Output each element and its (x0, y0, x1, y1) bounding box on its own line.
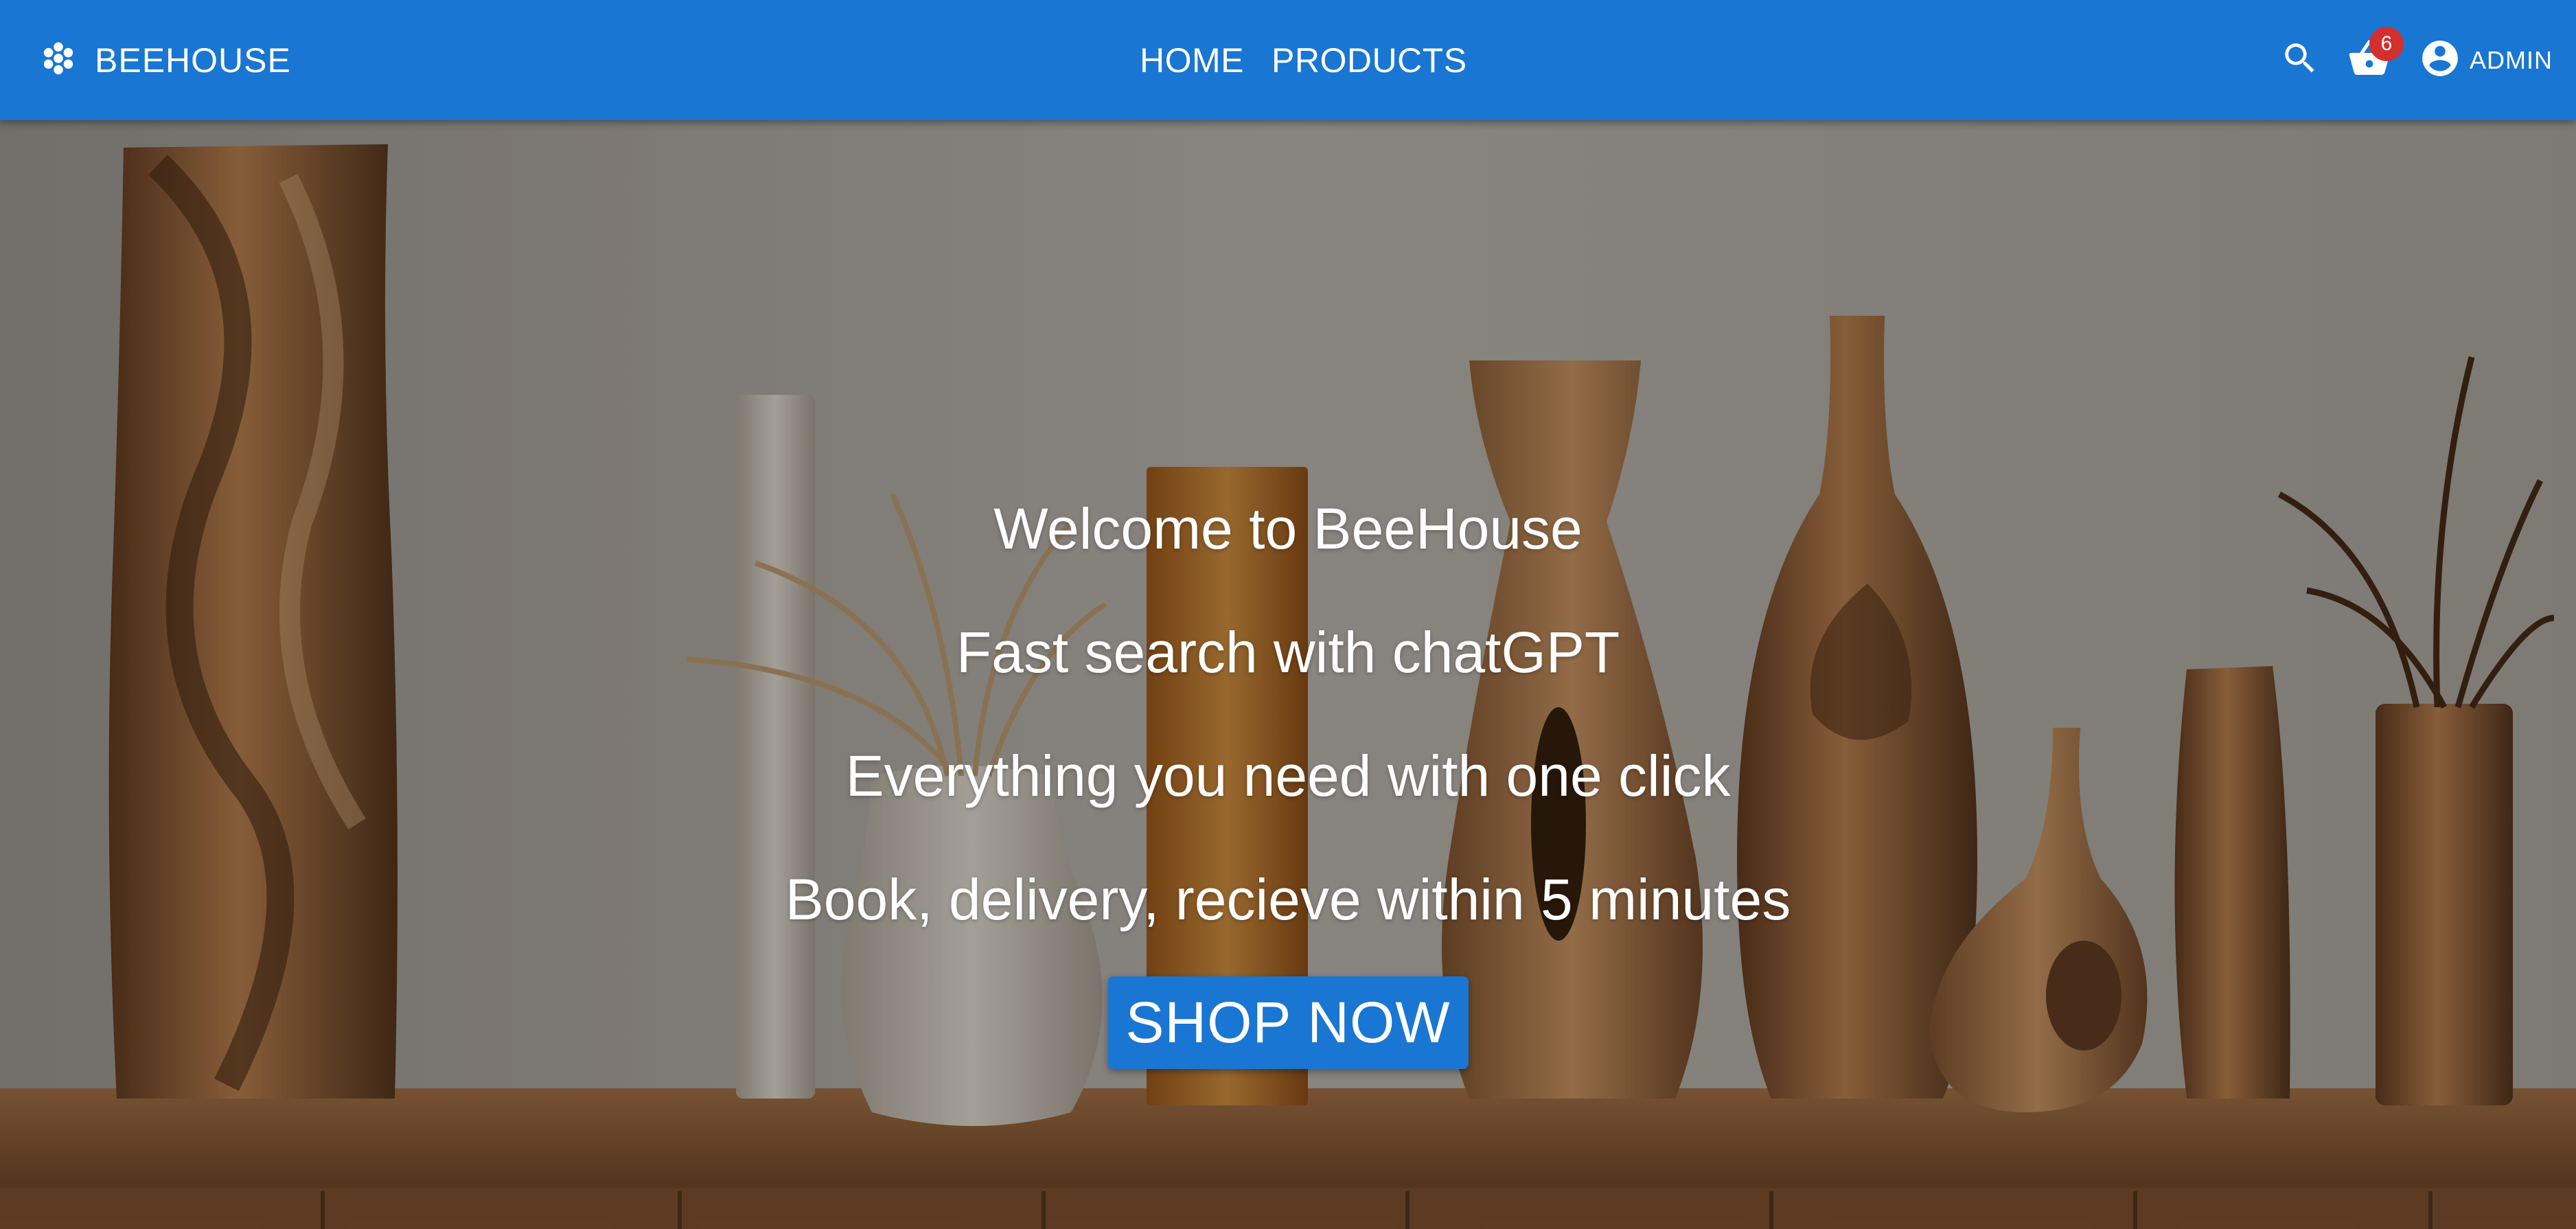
hive-logo-icon (40, 40, 77, 80)
main-nav: HOME PRODUCTS (1140, 0, 1467, 120)
brand-name: BEEHOUSE (95, 41, 291, 80)
header-actions: 6 ADMIN (2280, 0, 2553, 120)
cart-button[interactable]: 6 (2347, 27, 2404, 84)
cart-count-badge: 6 (2369, 27, 2404, 61)
nav-products[interactable]: PRODUCTS (1272, 41, 1467, 80)
account-circle-icon (2419, 37, 2461, 83)
account-username: ADMIN (2470, 45, 2553, 74)
nav-home[interactable]: HOME (1140, 41, 1244, 80)
shop-now-button[interactable]: SHOP NOW (1107, 976, 1469, 1069)
hero-tagline: Book, delivery, recieve within 5 minutes (785, 867, 1791, 932)
search-button[interactable] (2280, 38, 2320, 82)
page: Welcome to BeeHouse Fast search with cha… (0, 0, 2576, 1229)
brand-link[interactable]: BEEHOUSE (40, 0, 291, 120)
search-icon (2280, 38, 2320, 82)
hero-heading: Welcome to BeeHouse (993, 496, 1583, 561)
hero-tagline: Fast search with chatGPT (956, 620, 1620, 685)
app-bar: BEEHOUSE HOME PRODUCTS 6 ADMIN (0, 0, 2576, 120)
hero-tagline: Everything you need with one click (845, 744, 1731, 808)
account-menu-button[interactable]: ADMIN (2419, 37, 2553, 83)
hero-banner: Welcome to BeeHouse Fast search with cha… (0, 0, 2576, 1229)
hero-content: Welcome to BeeHouse Fast search with cha… (0, 467, 2576, 1069)
